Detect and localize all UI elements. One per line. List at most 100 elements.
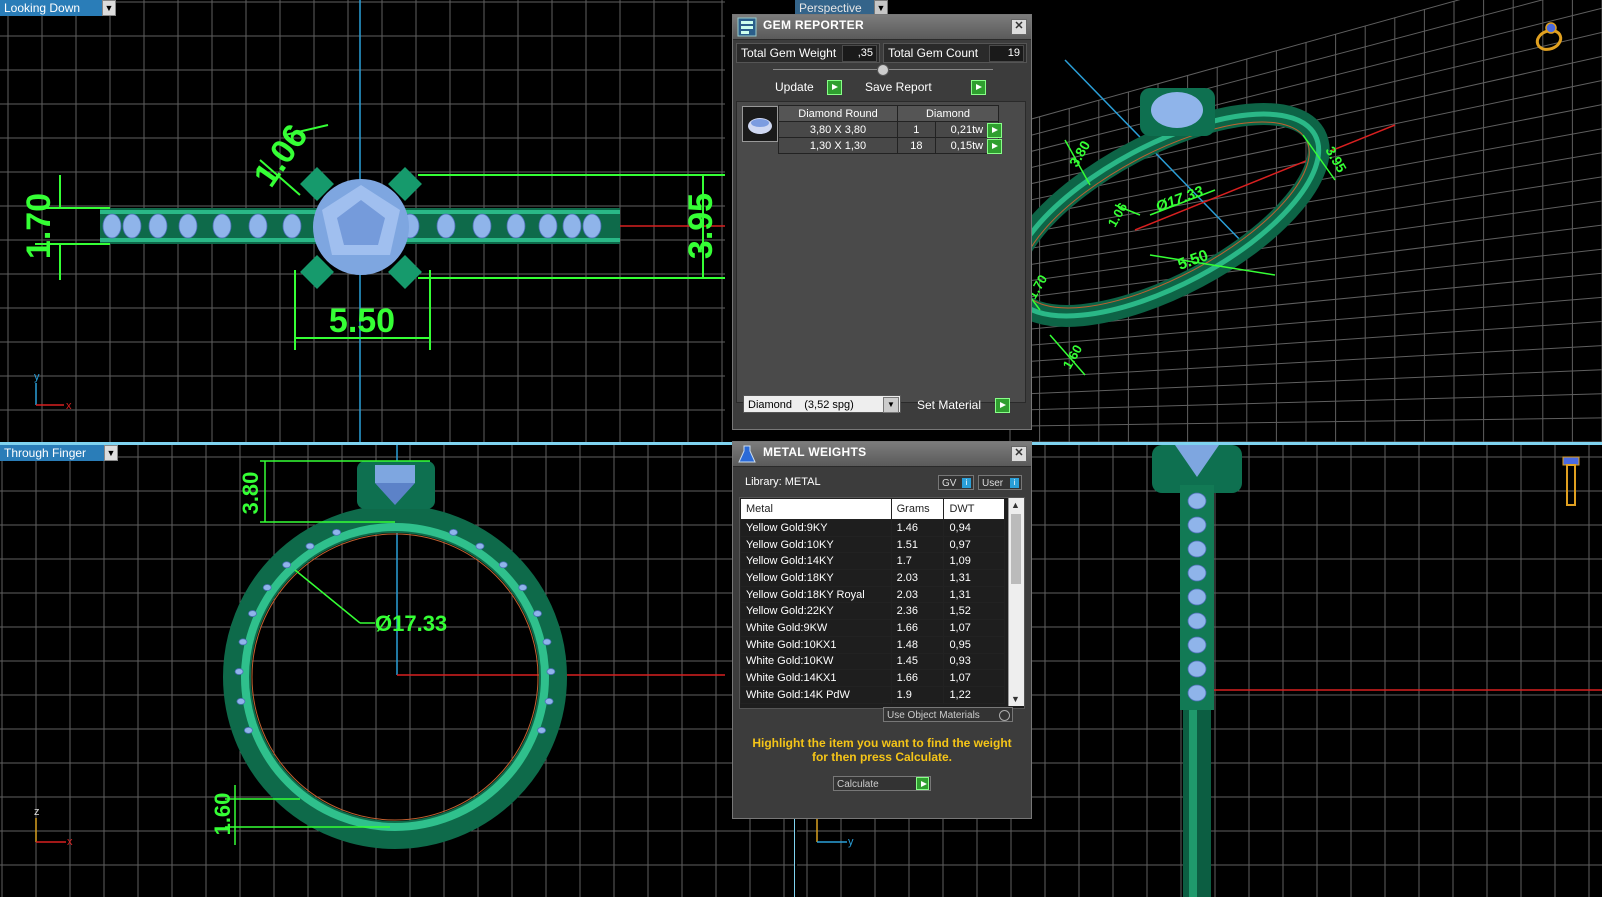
use-object-materials-checkbox[interactable]: Use Object Materials: [883, 707, 1013, 722]
gem-report-icon: [737, 17, 757, 37]
svg-text:x: x: [67, 836, 73, 848]
pave-stones: [1187, 492, 1207, 702]
table-row[interactable]: Yellow Gold:10KY 1.51 0,97: [740, 535, 1005, 554]
cell-dwt: 1,22: [943, 685, 1005, 704]
viewport-looking-down[interactable]: 1.70 3.95 5.50 1.06 y x Looking Down ▼: [0, 0, 725, 442]
cell-metal: White Gold:9KW: [740, 619, 892, 637]
cell-metal: Yellow Gold:9KY: [740, 519, 892, 537]
diamond-round-icon: [748, 118, 772, 134]
cell-grams: 1.9: [890, 685, 945, 704]
toggle-icon: [999, 710, 1010, 721]
gem-list-area: Diamond Round Diamond 3,80 X 3,80 1 0,21…: [736, 101, 1026, 403]
cell-grams: 1.7: [890, 552, 945, 571]
total-gem-count-value[interactable]: 19: [989, 45, 1024, 62]
gem-table: Diamond Round Diamond 3,80 X 3,80 1 0,21…: [778, 105, 1000, 154]
cell-metal: Yellow Gold:10KY: [740, 535, 892, 554]
cell-grams: 1.46: [890, 519, 945, 537]
calculate-play-icon[interactable]: [916, 777, 929, 790]
close-button[interactable]: ✕: [1011, 446, 1027, 462]
scroll-thumb[interactable]: [1011, 514, 1021, 584]
center-stone: [300, 167, 422, 289]
update-play-icon[interactable]: [827, 80, 842, 95]
top-view-canvas[interactable]: 1.70 3.95 5.50 1.06 y x: [0, 0, 725, 442]
gem-row[interactable]: 1,30 X 1,30 18 0,15tw: [778, 137, 1000, 154]
save-play-icon[interactable]: [971, 80, 986, 95]
row-select-icon[interactable]: [987, 123, 1002, 138]
scroll-down-icon[interactable]: ▼: [1011, 694, 1020, 704]
cell-metal: White Gold:10KX1: [740, 635, 892, 654]
gem-thumbnail[interactable]: [742, 106, 778, 142]
axis-indicator: y x: [34, 371, 72, 412]
cell-dwt: 1,31: [943, 569, 1005, 587]
table-row[interactable]: Yellow Gold:22KY 2.36 1,52: [740, 602, 1005, 621]
cell-grams: 1.45: [890, 652, 945, 671]
panel-title: GEM REPORTER: [763, 18, 864, 32]
ring-side-icon[interactable]: [1562, 456, 1580, 506]
table-row[interactable]: Yellow Gold:18KY Royal 2.03 1,31: [740, 585, 1005, 604]
cell-grams: 1.66: [890, 669, 945, 687]
set-material-play-icon[interactable]: [995, 398, 1010, 413]
flask-icon: [738, 445, 756, 463]
viewport-through-finger[interactable]: 3.80 Ø17.33 1.60 z x Through Finger ▼: [0, 445, 795, 897]
cell-dwt: 0,93: [943, 652, 1005, 671]
panel-slider[interactable]: [773, 64, 993, 76]
cell-grams: 2.03: [890, 569, 945, 587]
total-gem-count-field: Total Gem Count 19: [883, 43, 1027, 63]
total-gem-weight-value[interactable]: ,35: [842, 45, 877, 62]
save-report-button[interactable]: Save Report: [865, 80, 932, 94]
dimension-label: 1.60: [1060, 342, 1086, 371]
cell-dwt: 1,09: [943, 552, 1005, 571]
dimension-label: Ø17.33: [375, 611, 447, 636]
cell-dwt: 1,07: [943, 669, 1005, 687]
table-row[interactable]: White Gold:10KW 1.45 0,93: [740, 652, 1005, 671]
row-select-icon[interactable]: [987, 139, 1002, 154]
gv-toggle[interactable]: GV i: [938, 475, 974, 490]
table-row[interactable]: White Gold:10KX1 1.48 0,95: [740, 635, 1005, 654]
side-view-canvas[interactable]: 3.80 Ø17.33 1.60 z x: [0, 445, 795, 897]
table-row[interactable]: Yellow Gold:14KY 1.7 1,09: [740, 552, 1005, 571]
axis-indicator: z x: [34, 806, 73, 848]
chevron-down-icon[interactable]: ▼: [102, 0, 116, 16]
user-toggle[interactable]: User i: [978, 475, 1022, 490]
dimension-label: 1.70: [20, 193, 58, 259]
dimension-label: 5.50: [329, 302, 395, 340]
svg-text:x: x: [66, 400, 72, 412]
scroll-up-icon[interactable]: ▲: [1011, 500, 1020, 510]
column-header-metal[interactable]: Metal: [740, 498, 892, 520]
dimension-label: 3.95: [682, 193, 720, 259]
table-row[interactable]: White Gold:14KX1 1.66 1,07: [740, 669, 1005, 687]
metal-weights-titlebar[interactable]: METAL WEIGHTS ✕: [733, 442, 1031, 467]
metal-weights-panel: METAL WEIGHTS ✕ Library: METAL GV i User…: [732, 441, 1032, 819]
viewport-label-through-finger[interactable]: Through Finger ▼: [0, 445, 118, 461]
hint-text: Highlight the item you want to find the …: [752, 736, 1012, 764]
cell-dwt: 1,07: [943, 619, 1005, 637]
svg-text:y: y: [848, 836, 854, 848]
table-row[interactable]: White Gold:14K PdW 1.9 1,22: [740, 685, 1005, 704]
metal-table-container: Metal Grams DWT Yellow Gold:9KY 1.46 0,94 Y…: [739, 497, 1025, 709]
cell-metal: Yellow Gold:18KY Royal: [740, 585, 892, 604]
update-button[interactable]: Update: [775, 80, 814, 94]
column-header-grams[interactable]: Grams: [890, 498, 945, 520]
cell-metal: Yellow Gold:14KY: [740, 552, 892, 571]
calculate-button[interactable]: Calculate: [833, 776, 931, 791]
chevron-down-icon[interactable]: ▼: [104, 445, 118, 461]
cell-grams: 2.03: [890, 585, 945, 604]
dimension-label: 1.60: [210, 793, 235, 836]
dimension-label: Ø17.33: [1154, 183, 1207, 216]
table-row[interactable]: Yellow Gold:18KY 2.03 1,31: [740, 569, 1005, 587]
viewport-label-looking-down[interactable]: Looking Down ▼: [0, 0, 116, 16]
table-row[interactable]: Yellow Gold:9KY 1.46 0,94: [740, 519, 1005, 537]
column-header-dwt[interactable]: DWT: [943, 498, 1005, 520]
close-button[interactable]: ✕: [1011, 19, 1027, 35]
info-icon: i: [1010, 478, 1019, 488]
material-select[interactable]: Diamond (3,52 spg) ▼: [743, 395, 901, 413]
chevron-down-icon[interactable]: ▼: [883, 397, 899, 413]
ring-icon[interactable]: [1535, 22, 1564, 53]
table-row[interactable]: White Gold:9KW 1.66 1,07: [740, 619, 1005, 637]
gem-row[interactable]: 3,80 X 3,80 1 0,21tw: [778, 121, 1000, 138]
metal-table: Metal Grams DWT Yellow Gold:9KY 1.46 0,94 Y…: [740, 498, 1005, 704]
cell-dwt: 1,52: [943, 602, 1005, 621]
scrollbar[interactable]: ▲ ▼: [1008, 498, 1024, 706]
gem-reporter-titlebar[interactable]: GEM REPORTER ✕: [733, 15, 1031, 40]
set-material-button[interactable]: Set Material: [917, 398, 981, 412]
